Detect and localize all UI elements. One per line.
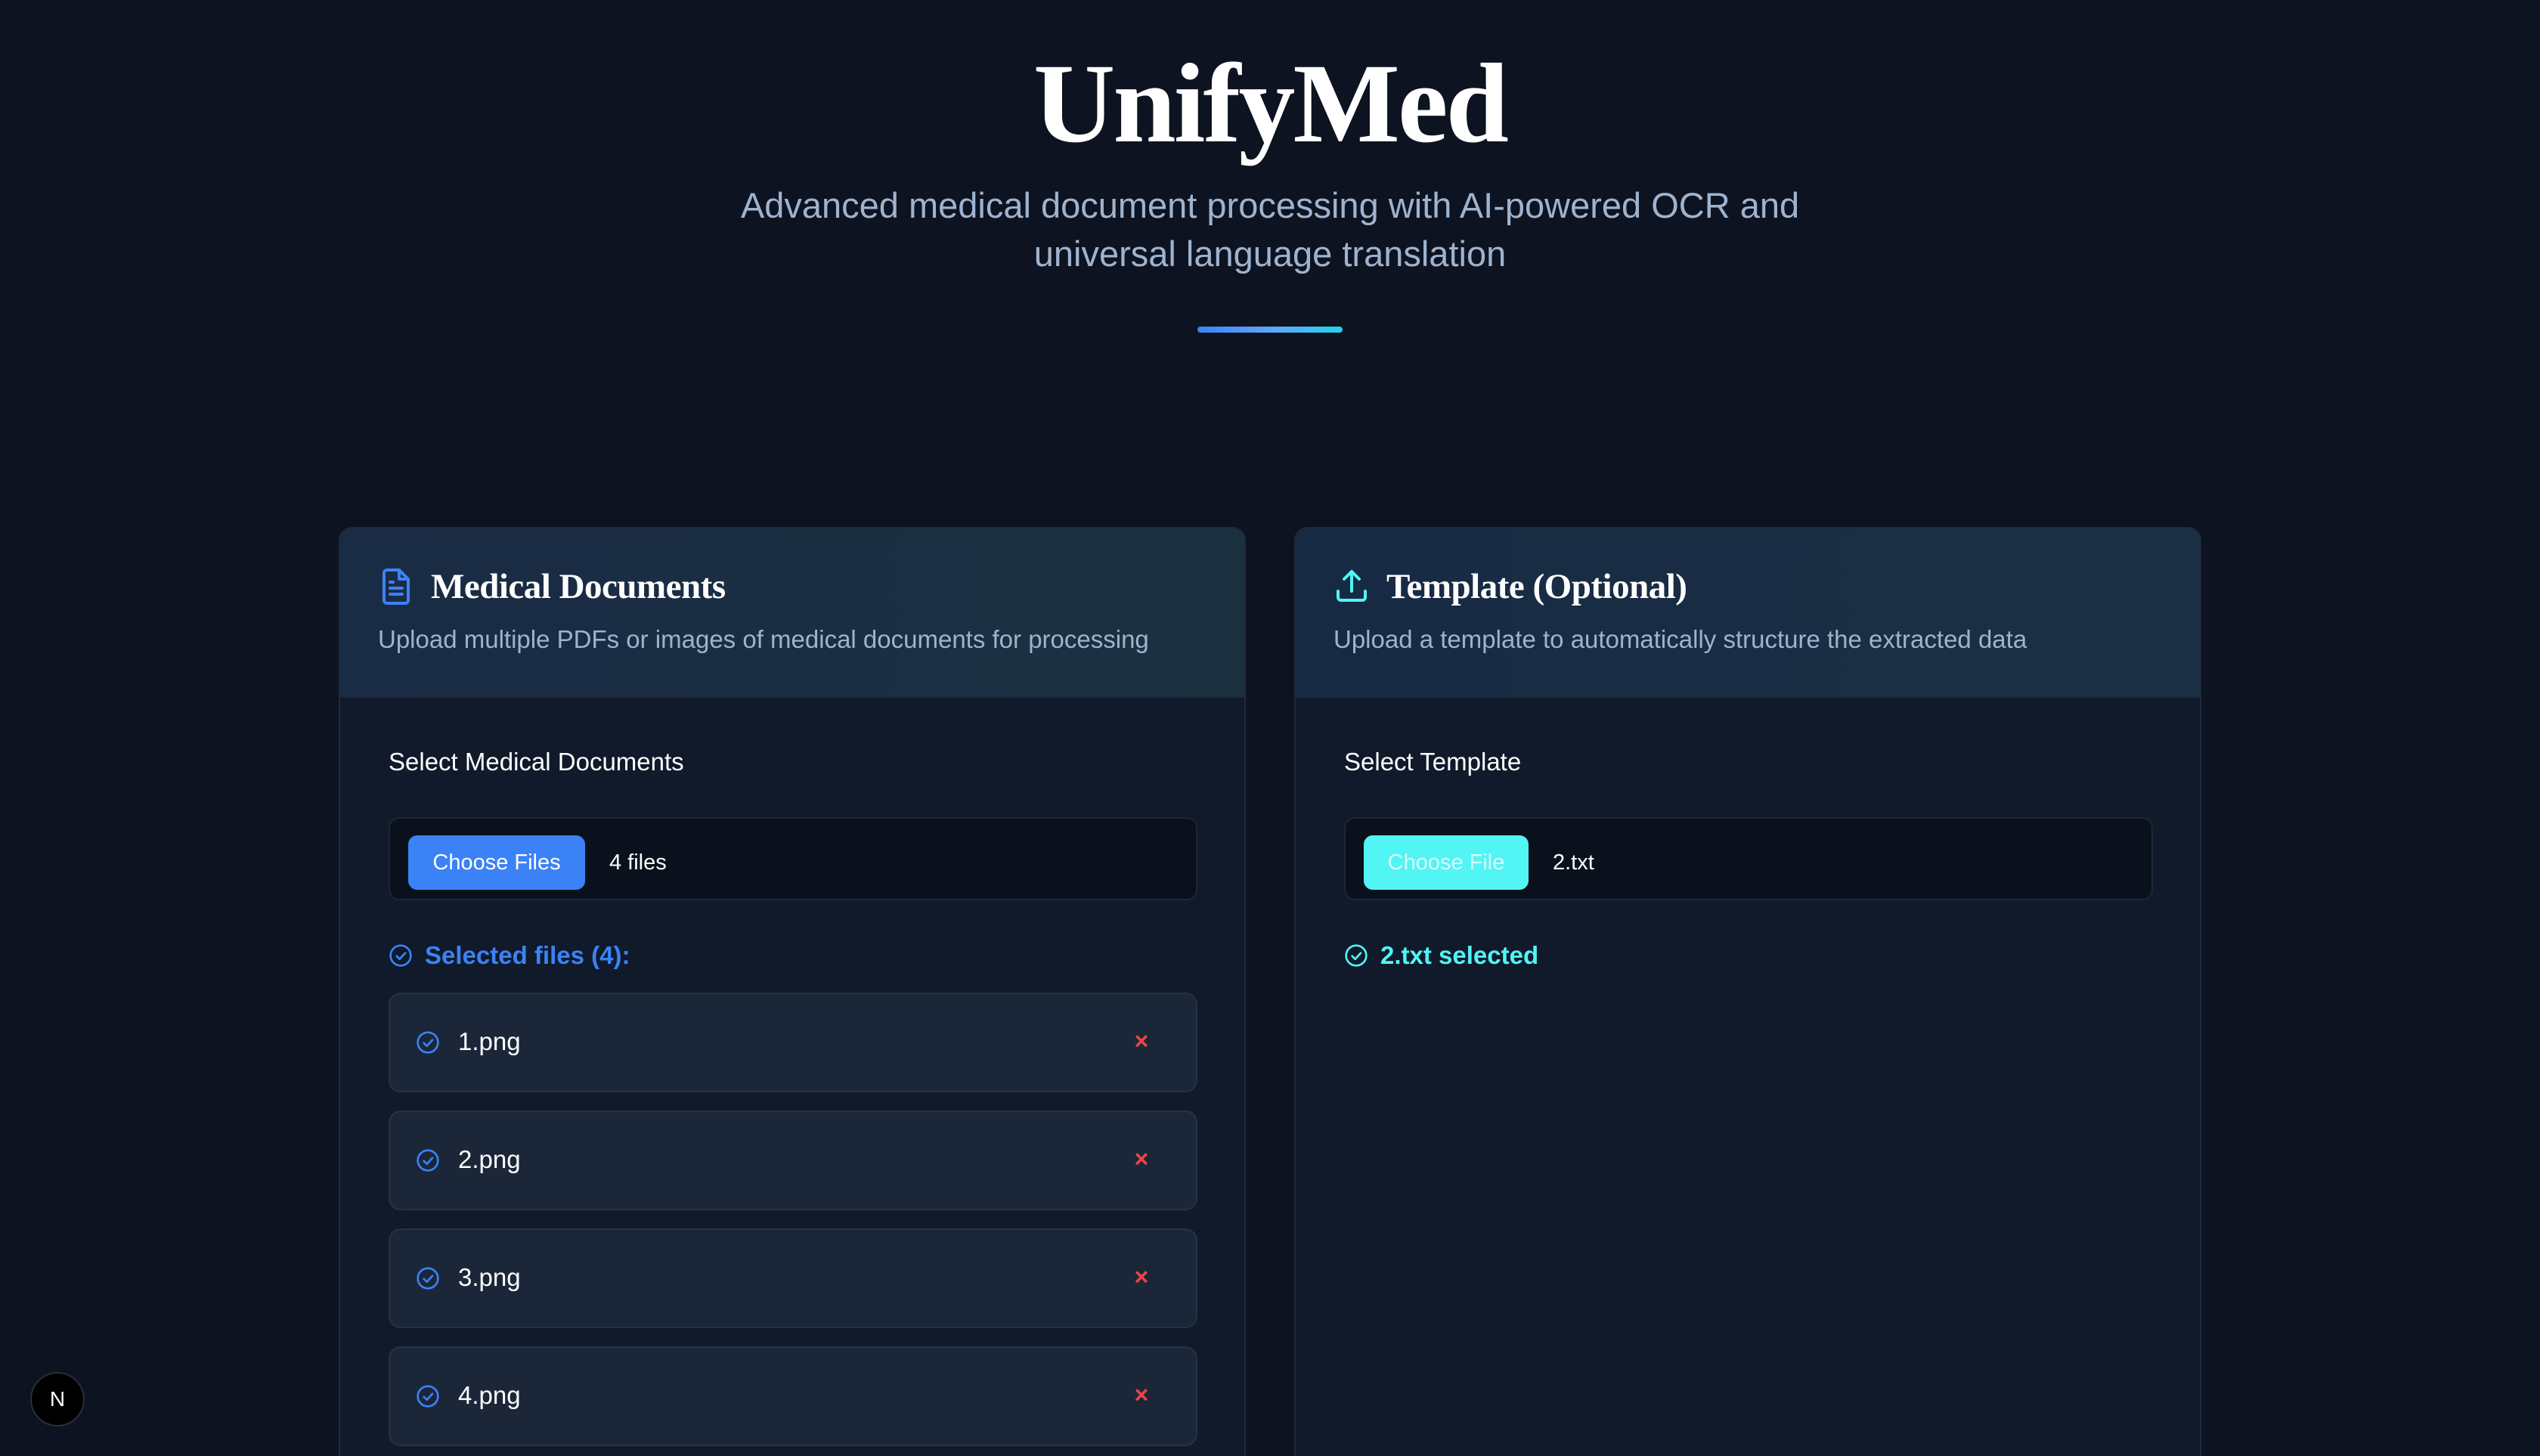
file-name: 1.png <box>458 1027 521 1055</box>
remove-file-button[interactable]: × <box>1126 1023 1157 1059</box>
file-name: 2.png <box>458 1145 521 1173</box>
remove-file-button[interactable]: × <box>1126 1377 1157 1413</box>
subtitle-line-1: Advanced medical document processing wit… <box>740 185 1800 225</box>
check-circle-icon <box>417 1149 439 1172</box>
svg-text:N: N <box>50 1387 65 1411</box>
check-circle-icon <box>417 1031 439 1054</box>
app-subtitle: Advanced medical document processing wit… <box>711 181 1829 278</box>
selected-files-label: Selected files (4): <box>425 941 630 969</box>
template-selected-status: 2.txt selected <box>1344 941 1538 970</box>
check-circle-icon <box>417 1385 439 1408</box>
nextjs-logo-icon: N <box>50 1387 65 1411</box>
select-template-label: Select Template <box>1344 748 1522 776</box>
nextjs-dev-badge[interactable]: N <box>30 1372 85 1427</box>
choose-file-button[interactable]: Choose File <box>1364 835 1529 890</box>
selected-files-heading: Selected files (4): <box>389 941 630 970</box>
medical-documents-card: Medical Documents Upload multiple PDFs o… <box>339 527 1246 1456</box>
app-title: UnifyMed <box>1033 41 1509 166</box>
choose-files-button[interactable]: Choose Files <box>408 835 585 890</box>
select-documents-label: Select Medical Documents <box>389 748 684 776</box>
template-description: Upload a template to automatically struc… <box>1334 625 2027 653</box>
check-circle-icon <box>389 944 412 967</box>
page: UnifyMed Advanced medical document proce… <box>0 0 2540 1456</box>
documents-file-count: 4 files <box>609 850 667 875</box>
file-list-item: 2.png × <box>389 1111 1197 1210</box>
medical-documents-description: Upload multiple PDFs or images of medica… <box>378 625 1149 653</box>
file-text-icon <box>378 567 414 606</box>
remove-file-button[interactable]: × <box>1126 1259 1157 1295</box>
file-name: 4.png <box>458 1381 521 1409</box>
check-circle-icon <box>417 1267 439 1290</box>
documents-file-input[interactable]: Choose Files 4 files <box>389 817 1197 900</box>
check-circle-icon <box>1345 944 1368 967</box>
template-selected-label: 2.txt selected <box>1380 941 1539 969</box>
medical-documents-title: Medical Documents <box>431 567 726 606</box>
hero-divider <box>1197 327 1343 333</box>
template-file-input[interactable]: Choose File 2.txt <box>1344 817 2153 900</box>
subtitle-line-2: universal language translation <box>1033 234 1507 274</box>
file-list-item: 1.png × <box>389 993 1197 1092</box>
upload-icon <box>1334 567 1370 606</box>
file-list-item: 3.png × <box>389 1228 1197 1328</box>
file-list-item: 4.png × <box>389 1346 1197 1446</box>
remove-file-button[interactable]: × <box>1126 1141 1157 1177</box>
template-card-header: Template (Optional) Upload a template to… <box>1296 528 2200 698</box>
file-name: 3.png <box>458 1263 521 1291</box>
template-card: Template (Optional) Upload a template to… <box>1294 527 2201 1456</box>
medical-documents-card-header: Medical Documents Upload multiple PDFs o… <box>340 528 1244 698</box>
template-title: Template (Optional) <box>1386 567 1687 606</box>
template-file-name: 2.txt <box>1553 850 1594 875</box>
